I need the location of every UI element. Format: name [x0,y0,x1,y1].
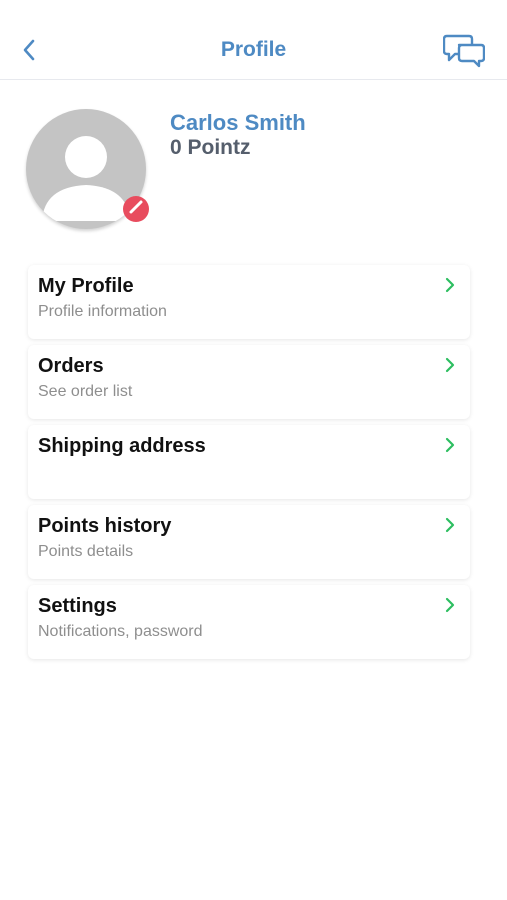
menu-item-subtitle: Points details [38,543,134,560]
menu-item-title: Shipping address [38,435,206,457]
edit-avatar-button[interactable] [123,196,149,222]
chevron-right-icon [444,357,456,373]
menu-item-orders[interactable]: Orders See order list [28,345,470,419]
menu-item-title: Orders [38,355,104,377]
chat-bubbles-icon [442,32,486,73]
edit-badge-icon [128,199,144,220]
chat-button[interactable] [441,33,487,71]
chevron-right-icon [444,277,456,293]
chevron-right-icon [444,517,456,533]
menu-item-title: My Profile [38,275,134,297]
menu-item-settings[interactable]: Settings Notifications, password [28,585,470,659]
menu-item-points-history[interactable]: Points history Points details [28,505,470,579]
menu-item-shipping-address[interactable]: Shipping address [28,425,470,499]
profile-menu: My Profile Profile information Orders Se… [28,265,470,665]
menu-item-title: Points history [38,515,172,537]
avatar-container [26,109,150,233]
user-name: Carlos Smith [170,110,306,135]
menu-item-subtitle: Profile information [38,303,167,320]
menu-item-my-profile[interactable]: My Profile Profile information [28,265,470,339]
chevron-right-icon [444,597,456,613]
chevron-right-icon [444,437,456,453]
user-points: 0 Pointz [170,136,251,159]
menu-item-subtitle: See order list [38,383,133,400]
menu-item-subtitle: Notifications, password [38,623,203,640]
menu-item-title: Settings [38,595,117,617]
header-bar: Profile [0,0,507,80]
page-title: Profile [220,38,287,61]
